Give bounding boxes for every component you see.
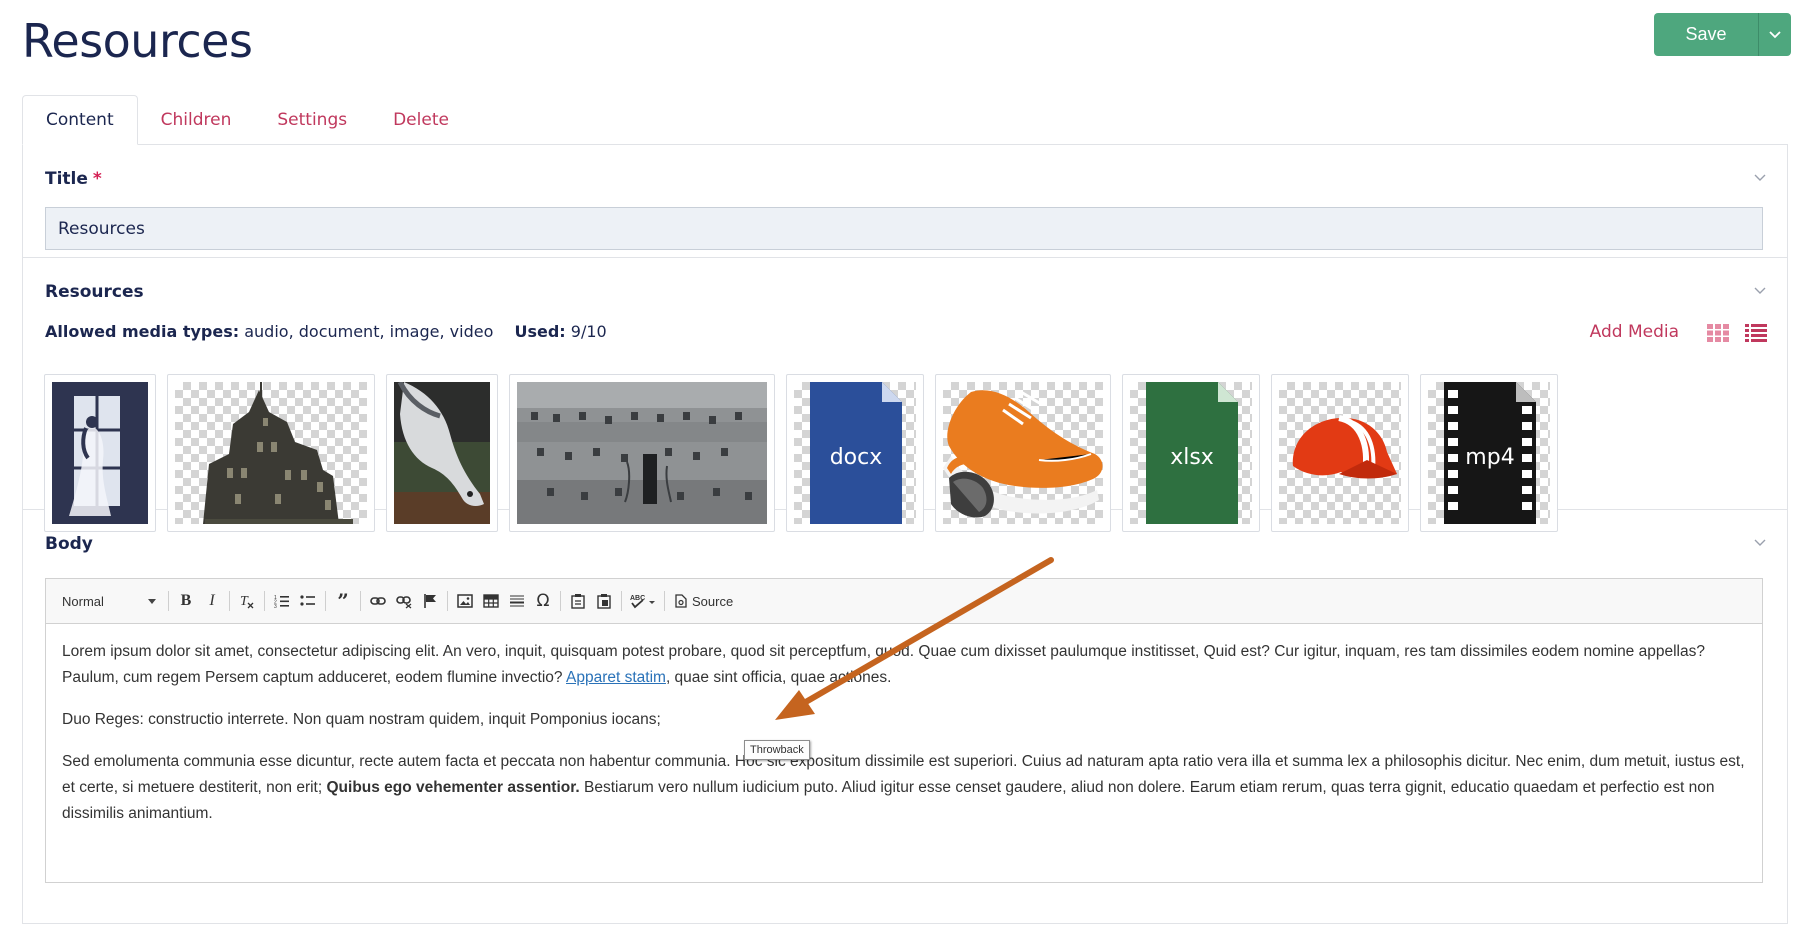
bold-icon[interactable]: B: [173, 588, 199, 614]
svg-text:T: T: [240, 594, 249, 609]
tab-delete[interactable]: Delete: [370, 95, 472, 145]
tab-children[interactable]: Children: [138, 95, 255, 145]
required-marker: *: [92, 169, 102, 189]
title-section: Title *: [23, 145, 1787, 258]
table-icon[interactable]: [478, 588, 504, 614]
toolbar-separator: [664, 591, 665, 611]
media-item[interactable]: [509, 374, 775, 532]
toolbar-separator: [447, 591, 448, 611]
media-item[interactable]: [386, 374, 498, 532]
body-paragraph-2: Duo Reges: constructio interrete. Non qu…: [62, 711, 661, 728]
save-options-toggle[interactable]: [1758, 13, 1791, 56]
grid-view-icon[interactable]: [1707, 324, 1729, 342]
allowed-types-label: Allowed media types:: [45, 322, 240, 341]
file-type-label: mp4: [1465, 445, 1514, 470]
special-character-icon[interactable]: Ω: [530, 588, 556, 614]
media-item[interactable]: xlsx: [1122, 374, 1260, 532]
toolbar-separator: [229, 591, 230, 611]
list-view-icon[interactable]: [1745, 324, 1767, 342]
body-label: Body: [45, 534, 93, 554]
caret-down-icon: [148, 598, 156, 604]
source-button[interactable]: Source: [669, 588, 739, 614]
spellcheck-icon[interactable]: ABC: [626, 588, 660, 614]
toolbar-separator: [360, 591, 361, 611]
unlink-icon[interactable]: [391, 588, 417, 614]
horizontal-line-icon[interactable]: [504, 588, 530, 614]
numbered-list-icon[interactable]: 123: [269, 588, 295, 614]
body-paragraph-3: Sed emolumenta communia esse dicuntur, r…: [62, 749, 1746, 827]
spreadsheet-file-icon: xlsx: [1146, 382, 1238, 524]
media-item[interactable]: mp4: [1420, 374, 1558, 532]
paste-from-word-icon[interactable]: [591, 588, 617, 614]
media-item[interactable]: [935, 374, 1111, 532]
video-file-icon: mp4: [1444, 382, 1536, 524]
white-horse-image: [394, 382, 490, 524]
document-file-icon: docx: [810, 382, 902, 524]
add-media-link[interactable]: Add Media: [1590, 322, 1679, 342]
media-item[interactable]: [44, 374, 156, 532]
save-button-group: Save: [1654, 13, 1791, 56]
bold-text: Quibus ego vehementer assentior.: [326, 779, 580, 796]
blockquote-icon[interactable]: ”: [330, 588, 356, 614]
editor-toolbar: Normal B I T 123 ” Ω ABC Source: [45, 578, 1763, 624]
remove-format-icon[interactable]: T: [234, 588, 260, 614]
chevron-down-icon[interactable]: [1753, 173, 1767, 183]
title-label: Title *: [45, 169, 102, 189]
title-label-text: Title: [45, 169, 88, 189]
tab-bar: Content Children Settings Delete: [22, 95, 472, 145]
haunted-house-image: [175, 382, 367, 524]
red-cap-image: [1279, 382, 1401, 524]
source-label: Source: [692, 593, 734, 609]
used-label: Used:: [514, 322, 566, 341]
tab-content[interactable]: Content: [22, 95, 138, 145]
media-info: Allowed media types: audio, document, im…: [45, 322, 607, 341]
body-paragraph-1: Lorem ipsum dolor sit amet, consectetur …: [62, 639, 1746, 691]
toolbar-separator: [325, 591, 326, 611]
toolbar-separator: [264, 591, 265, 611]
media-item[interactable]: docx: [786, 374, 924, 532]
body-section: Body Normal B I T 123 ” Ω ABC Source Lor…: [23, 510, 1787, 930]
save-button[interactable]: Save: [1654, 13, 1758, 56]
media-item[interactable]: [167, 374, 375, 532]
content-panel: Title* Resources Allowed media types: au…: [22, 144, 1788, 924]
tab-settings[interactable]: Settings: [254, 95, 370, 145]
file-type-label: docx: [830, 445, 883, 470]
page-title: Resources: [22, 14, 253, 68]
toolbar-separator: [560, 591, 561, 611]
allowed-types-value: audio, document, image, video: [244, 322, 494, 341]
resources-label: Resources: [45, 282, 144, 302]
body-link[interactable]: Apparet statim: [566, 669, 666, 686]
anchor-flag-icon[interactable]: [417, 588, 443, 614]
woman-at-window-image: [52, 382, 148, 524]
chevron-down-icon: [1769, 30, 1781, 38]
format-value: Normal: [62, 593, 104, 609]
media-item[interactable]: [1271, 374, 1409, 532]
file-type-label: xlsx: [1170, 445, 1214, 470]
orange-sneakers-image: [943, 382, 1103, 524]
chevron-down-icon[interactable]: [1753, 538, 1767, 548]
source-document-icon: [675, 594, 687, 608]
toolbar-separator: [168, 591, 169, 611]
body-editor[interactable]: Lorem ipsum dolor sit amet, consectetur …: [45, 623, 1763, 883]
toolbar-separator: [621, 591, 622, 611]
image-icon[interactable]: [452, 588, 478, 614]
link-tooltip: Throwback: [744, 740, 810, 760]
italic-icon[interactable]: I: [199, 588, 225, 614]
bulleted-list-icon[interactable]: [295, 588, 321, 614]
used-value: 9/10: [570, 322, 607, 341]
mp4-file-thumbnail: mp4: [1428, 382, 1550, 524]
paragraph-text: , quae sint officia, quae actiones.: [665, 669, 892, 686]
svg-text:3: 3: [274, 604, 277, 609]
paste-text-icon[interactable]: [565, 588, 591, 614]
link-icon[interactable]: [365, 588, 391, 614]
docx-file-thumbnail: docx: [794, 382, 916, 524]
chevron-down-icon[interactable]: [1753, 286, 1767, 296]
title-input[interactable]: [45, 207, 1763, 250]
xlsx-file-thumbnail: xlsx: [1130, 382, 1252, 524]
format-dropdown[interactable]: Normal: [54, 588, 164, 614]
old-building-image: [517, 382, 767, 524]
